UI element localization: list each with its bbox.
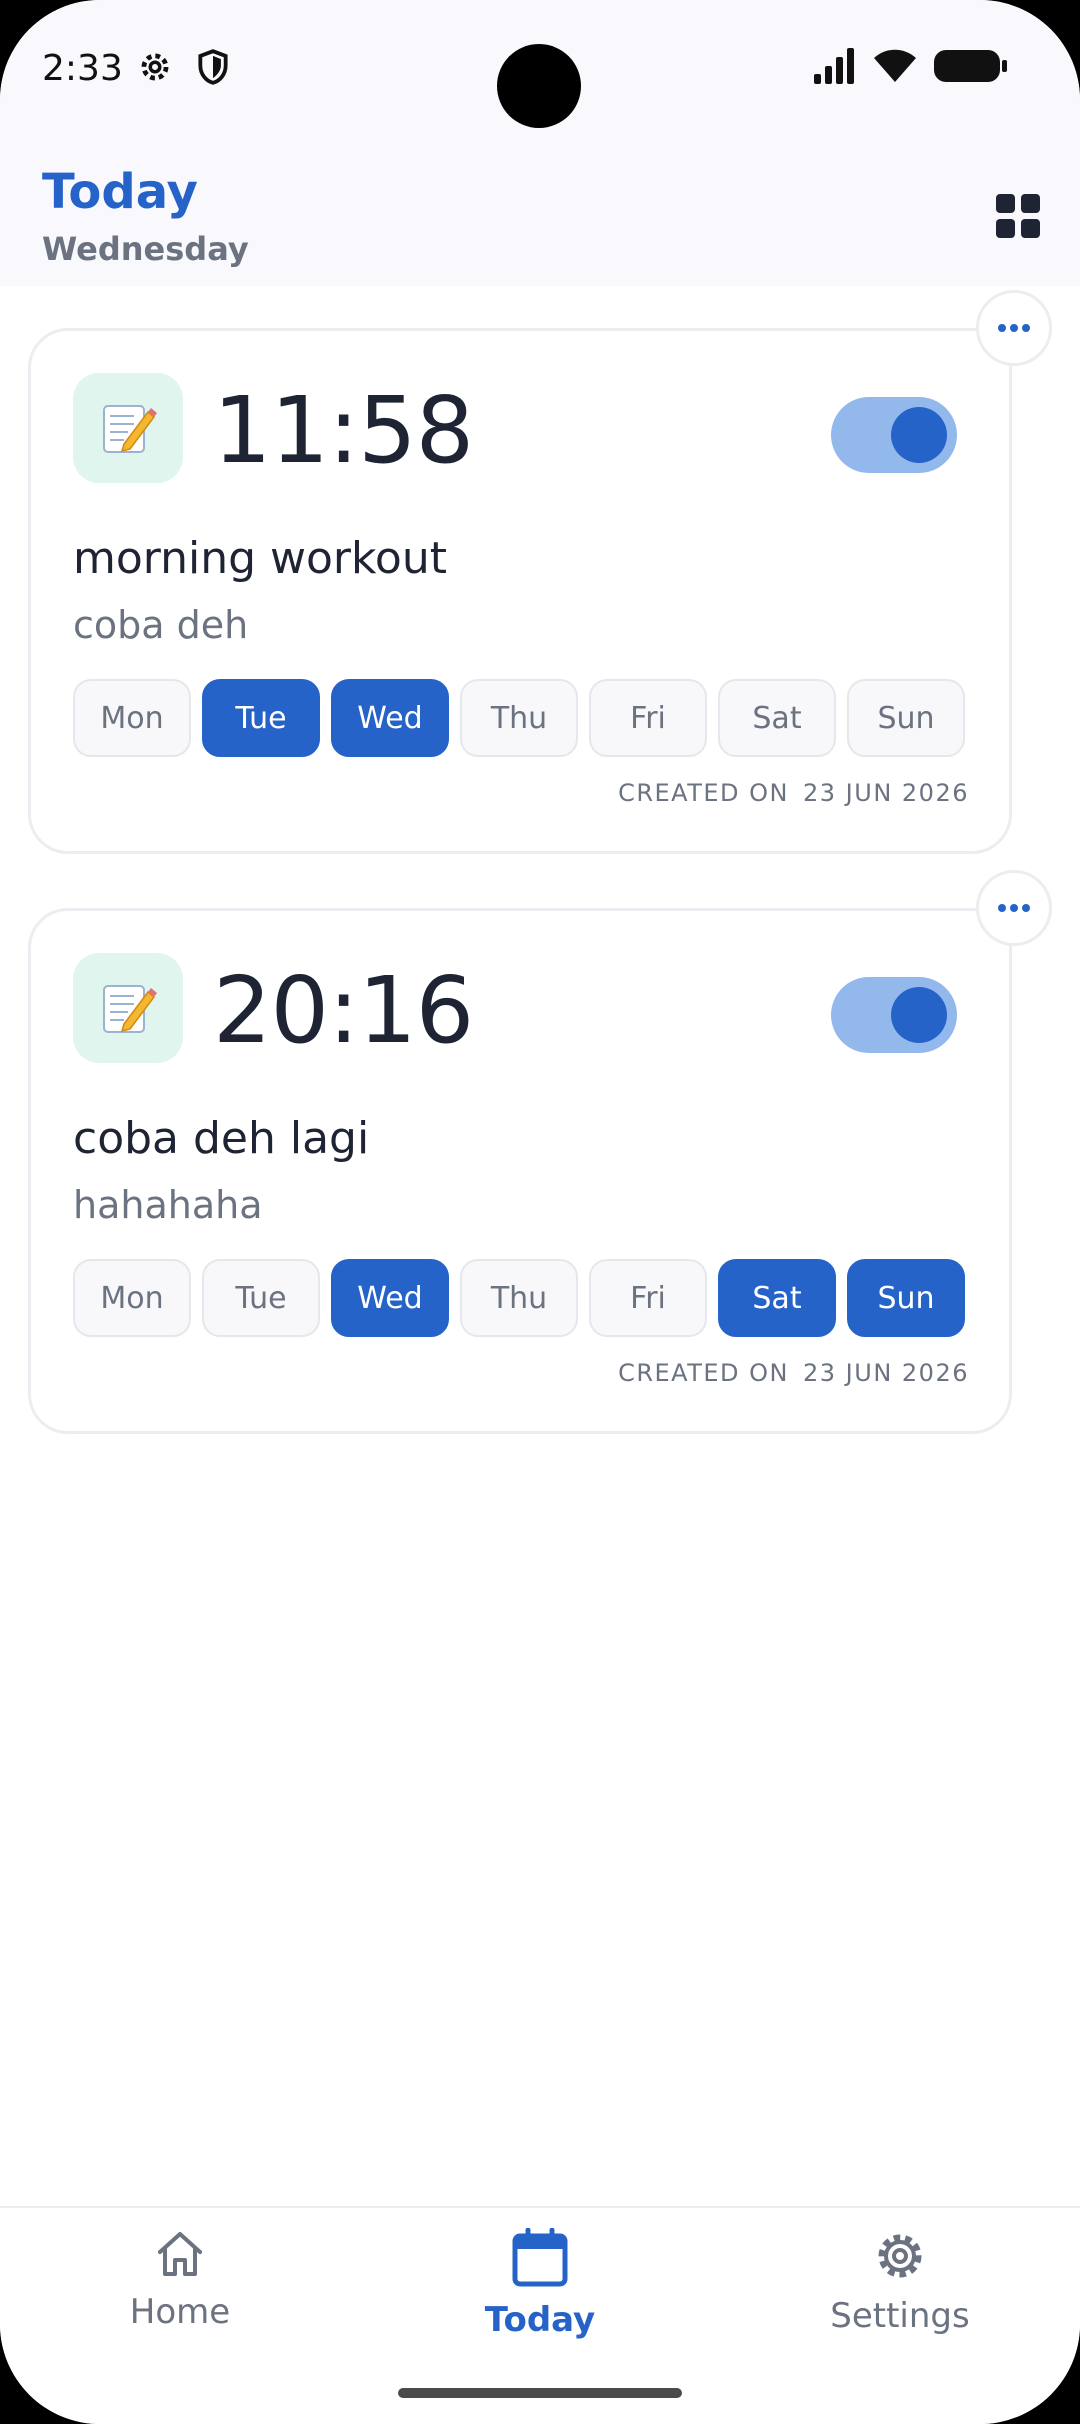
day-chip-fri[interactable]: Fri (589, 1259, 707, 1337)
front-camera (497, 44, 581, 128)
day-chip-sat[interactable]: Sat (718, 1259, 836, 1337)
nav-item-today[interactable]: Today (390, 2228, 690, 2340)
toggle-knob (891, 407, 947, 463)
day-chip-mon[interactable]: Mon (73, 1259, 191, 1337)
created-date: 23 JUN 2026 (803, 1359, 969, 1387)
day-chip-thu[interactable]: Thu (460, 1259, 578, 1337)
nav-label-home: Home (129, 2292, 231, 2332)
calendar-icon (512, 2228, 568, 2287)
alarm-time: 20:16 (213, 957, 474, 1064)
created-info: CREATED ON 23 JUN 2026 (618, 779, 969, 807)
page-title: Today (42, 164, 198, 220)
created-label: CREATED ON (618, 779, 790, 807)
created-label: CREATED ON (618, 1359, 790, 1387)
alarm-card[interactable]: 11:58 morning workout coba deh Mon Tue W… (28, 328, 1012, 854)
day-chip-tue[interactable]: Tue (202, 679, 320, 757)
day-chip-wed[interactable]: Wed (331, 679, 449, 757)
day-chip-thu[interactable]: Thu (460, 679, 578, 757)
created-info: CREATED ON 23 JUN 2026 (618, 1359, 969, 1387)
day-chip-fri[interactable]: Fri (589, 679, 707, 757)
more-dots-icon (998, 904, 1030, 912)
battery-icon (934, 50, 1007, 82)
home-indicator[interactable] (398, 2388, 682, 2398)
signal-icon (814, 48, 854, 84)
settings-status-icon (141, 53, 169, 81)
day-chip-sun[interactable]: Sun (847, 679, 965, 757)
more-options-button[interactable] (976, 870, 1052, 946)
alarm-description: coba deh (73, 603, 249, 647)
status-time: 2:33 (42, 48, 123, 89)
alarm-time: 11:58 (213, 377, 474, 484)
memo-icon (73, 953, 183, 1063)
shield-icon (198, 49, 228, 85)
day-chip-mon[interactable]: Mon (73, 679, 191, 757)
alarm-card[interactable]: 20:16 coba deh lagi hahahaha Mon Tue Wed… (28, 908, 1012, 1434)
home-icon (158, 2232, 202, 2276)
wifi-icon (874, 49, 916, 82)
grid-view-icon[interactable] (996, 194, 1040, 238)
alarm-toggle[interactable] (831, 977, 957, 1053)
more-options-button[interactable] (976, 290, 1052, 366)
created-date: 23 JUN 2026 (803, 779, 969, 807)
nav-item-settings[interactable]: Settings (750, 2228, 1050, 2336)
alarm-title: morning workout (73, 533, 447, 584)
day-chip-sat[interactable]: Sat (718, 679, 836, 757)
phone-screen: 2:33 Today Wednesday 11:58 morning worko… (0, 0, 1080, 2424)
status-bar: 2:33 (0, 0, 1080, 150)
day-chip-wed[interactable]: Wed (331, 1259, 449, 1337)
day-selector: Mon Tue Wed Thu Fri Sat Sun (73, 1259, 965, 1337)
nav-label-today: Today (484, 2300, 596, 2340)
memo-icon (73, 373, 183, 483)
gear-icon (878, 2234, 922, 2278)
page-subtitle: Wednesday (42, 230, 249, 268)
more-dots-icon (998, 324, 1030, 332)
alarm-description: hahahaha (73, 1183, 263, 1227)
day-selector: Mon Tue Wed Thu Fri Sat Sun (73, 679, 965, 757)
day-chip-sun[interactable]: Sun (847, 1259, 965, 1337)
nav-item-home[interactable]: Home (30, 2228, 330, 2332)
app-header: Today Wednesday (0, 150, 1080, 286)
alarm-title: coba deh lagi (73, 1113, 370, 1164)
alarm-toggle[interactable] (831, 397, 957, 473)
day-chip-tue[interactable]: Tue (202, 1259, 320, 1337)
toggle-knob (891, 987, 947, 1043)
nav-label-settings: Settings (830, 2296, 970, 2336)
